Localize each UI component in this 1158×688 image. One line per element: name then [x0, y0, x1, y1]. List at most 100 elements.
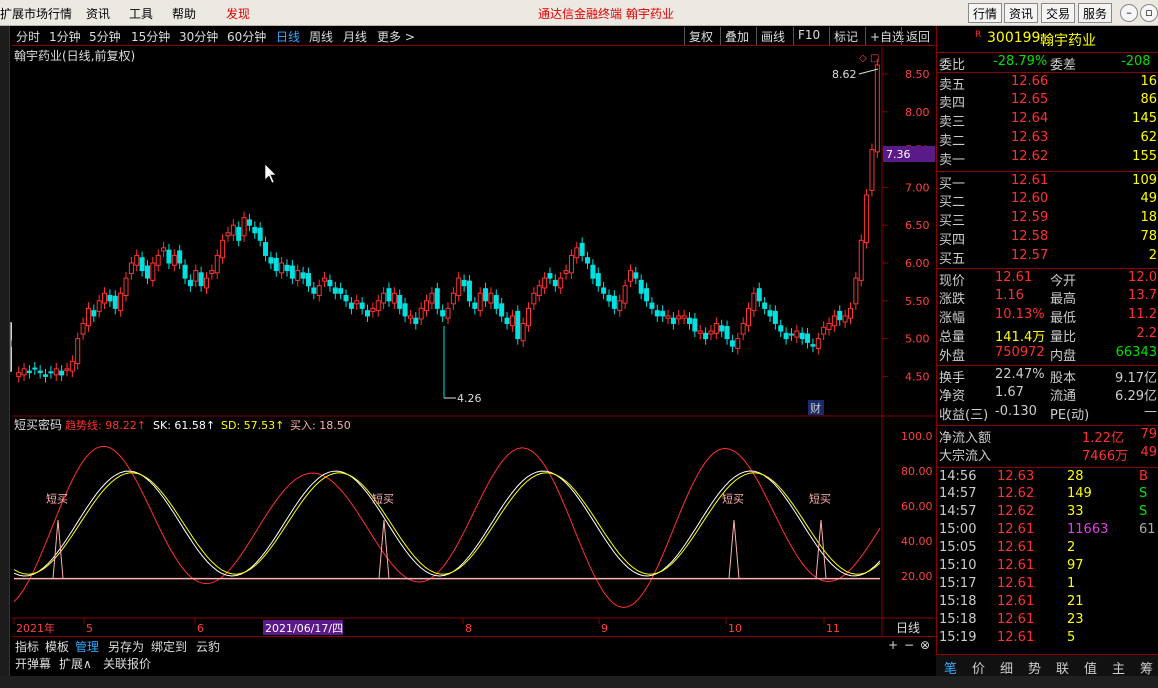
expand-button[interactable]: 扩展∧	[59, 655, 92, 672]
stat-value: 750972	[995, 345, 1045, 360]
stock-name: 翰宇药业	[1040, 33, 1096, 49]
tab-bind[interactable]: 绑定到	[151, 638, 187, 655]
period-15min[interactable]: 15分钟	[131, 28, 170, 45]
tab-manage[interactable]: 管理	[75, 638, 99, 655]
candle-body	[252, 226, 258, 234]
candle-body	[236, 226, 242, 241]
candle-body	[735, 338, 741, 349]
candle-body	[155, 254, 161, 266]
stat-value: 12.0	[1128, 270, 1157, 285]
trade-button[interactable]: 交易	[1041, 3, 1076, 23]
quote-tab[interactable]: 联	[1056, 658, 1069, 677]
tab-template[interactable]: 模板	[45, 638, 69, 655]
menu-news[interactable]: 资讯	[86, 5, 110, 22]
candle-body	[783, 332, 789, 340]
weibi-label: 委比	[939, 58, 966, 73]
quote-tab[interactable]: 势	[1028, 658, 1041, 677]
quote-tab[interactable]: 值	[1084, 658, 1097, 677]
candle-body	[85, 307, 91, 327]
tick-side: S	[1139, 504, 1148, 519]
stat-label: 收益(三)	[939, 408, 989, 423]
overlay-button[interactable]: 叠加	[720, 27, 753, 45]
candle-body	[552, 279, 558, 287]
indicator-sd: SD: 57.53↑	[221, 419, 284, 432]
candle-body	[686, 317, 692, 324]
danmu-button[interactable]: 开弹幕	[15, 655, 51, 672]
candle-body	[483, 288, 489, 302]
quote-button[interactable]: 行情	[968, 3, 1003, 23]
diamond-icon: ◇	[859, 53, 867, 64]
menu-tools[interactable]: 工具	[129, 5, 153, 22]
candle-body	[391, 292, 397, 304]
restore-icon[interactable]: ▫	[1140, 4, 1158, 22]
ask-volume: 86	[1140, 92, 1157, 107]
tab-saveas[interactable]: 另存为	[108, 638, 144, 655]
period-30min[interactable]: 30分钟	[179, 28, 218, 45]
minimize-icon[interactable]: –	[1120, 4, 1138, 22]
buy-signal-label: 短买	[809, 492, 831, 506]
quote-tab[interactable]: 主	[1112, 658, 1125, 677]
tick-price: 12.61	[997, 612, 1035, 627]
fuquan-button[interactable]: 复权	[684, 27, 717, 45]
tick-time: 14:57	[939, 504, 977, 519]
period-tick[interactable]: 分时	[16, 28, 40, 45]
quote-tab[interactable]: 笔	[944, 658, 957, 677]
zoom-out-icon[interactable]: −	[904, 638, 914, 652]
f10-button[interactable]: F10	[793, 27, 824, 45]
tick-time: 14:57	[939, 486, 977, 501]
period-60min[interactable]: 60分钟	[227, 28, 266, 45]
kline-chart[interactable]: 翰宇药业(日线,前复权) 8.508.007.507.006.506.005.5…	[12, 46, 935, 636]
menu-discover[interactable]: 发现	[226, 5, 250, 22]
zoom-in-icon[interactable]: +	[888, 638, 898, 652]
candle-body	[204, 277, 210, 289]
tick-side: B	[1139, 469, 1148, 484]
mark-button[interactable]: 标记	[829, 27, 862, 45]
period-5min[interactable]: 5分钟	[89, 28, 121, 45]
stat-value: 13.7	[1128, 288, 1157, 303]
quote-panel: R 300199 翰宇药业 委比 -28.79% 委差 -208 卖五 12.66…	[936, 26, 1158, 676]
candle-body	[48, 371, 54, 374]
tab-cloud[interactable]: 云豹	[196, 638, 220, 655]
tick-price: 12.62	[997, 486, 1035, 501]
candle-body	[499, 303, 505, 317]
menu-help[interactable]: 帮助	[172, 5, 196, 22]
indicator-tick: 100.0	[901, 430, 933, 443]
quote-tab[interactable]: 筹	[1140, 658, 1153, 677]
stat-value: 1.67	[995, 385, 1024, 400]
tick-row: 15:17 12.61 1	[937, 575, 1158, 594]
tick-row: 14:57 12.62 33 S	[937, 503, 1158, 522]
quote-tab[interactable]: 细	[1000, 658, 1013, 677]
tick-price: 12.61	[997, 540, 1035, 555]
period-daily[interactable]: 日线	[276, 28, 300, 45]
stat-label: 净资	[939, 389, 966, 404]
tick-time: 14:56	[939, 469, 977, 484]
tick-price: 12.62	[997, 504, 1035, 519]
draw-button[interactable]: 画线	[756, 27, 789, 45]
candle-body	[794, 330, 800, 338]
candle-body	[225, 232, 231, 237]
period-weekly[interactable]: 周线	[309, 28, 333, 45]
candle-body	[649, 302, 655, 309]
tab-indicator[interactable]: 指标	[15, 638, 39, 655]
close-icon[interactable]: ⊗	[920, 638, 930, 652]
ask-row: 卖二 12.63 62	[937, 129, 1158, 149]
candle-body	[821, 326, 827, 335]
bid-row: 买五 12.57 2	[937, 247, 1158, 267]
candle-body	[617, 300, 623, 312]
back-button[interactable]: 返回	[901, 27, 934, 45]
news-button[interactable]: 资讯	[1004, 3, 1039, 23]
low-label: 4.26	[457, 392, 482, 405]
candle-body	[397, 295, 403, 309]
service-button[interactable]: 服务	[1078, 3, 1113, 23]
candle-body	[660, 310, 666, 317]
candle-body	[26, 370, 32, 374]
period-more[interactable]: 更多 >	[377, 28, 415, 45]
period-1min[interactable]: 1分钟	[49, 28, 81, 45]
candle-body	[354, 300, 360, 305]
quote-tab[interactable]: 价	[972, 658, 985, 677]
candle-body	[246, 219, 252, 226]
period-monthly[interactable]: 月线	[343, 28, 367, 45]
related-quote-button[interactable]: 关联报价	[103, 655, 151, 672]
menu-market[interactable]: 扩展市场行情	[0, 5, 72, 22]
stat-value: 10.13%	[995, 307, 1045, 322]
